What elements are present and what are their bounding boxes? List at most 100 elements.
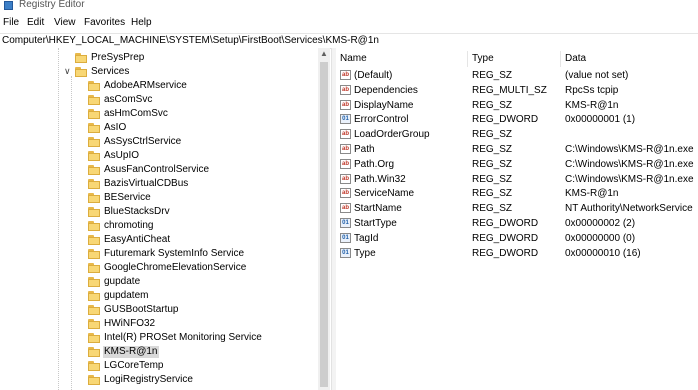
registry-editor-icon [4,1,13,10]
tree-item[interactable]: GoogleChromeElevationService [0,261,330,275]
tree-item[interactable]: LGCoreTemp [0,359,330,373]
value-row[interactable]: ab StartName REG_SZ NT Authority\NetworkSer… [336,201,698,216]
column-divider[interactable] [467,51,468,67]
registry-key-tree[interactable]: PreSysPrep ∨ Services AdobeARMservice asC… [0,48,330,390]
tree-item[interactable]: AdobeARMservice [0,79,330,93]
registry-values-list: Name Type Data ab (Default) REG_SZ (value n… [336,48,698,390]
value-row[interactable]: ab ServiceName REG_SZ KMS-R@1n [336,186,698,201]
folder-icon [88,109,100,119]
tree-item[interactable]: AsSysCtrlService [0,135,330,149]
value-name: TagId [354,232,379,244]
tree-item[interactable]: AsusFanControlService [0,163,330,177]
value-row[interactable]: 01 StartType REG_DWORD 0x00000002 (2) [336,216,698,231]
tree-item-presysprep[interactable]: PreSysPrep [0,51,330,65]
value-name: ServiceName [354,188,415,200]
folder-icon [88,235,100,245]
folder-icon [88,333,100,343]
title-bar: Registry Editor [0,0,698,13]
folder-icon [88,95,100,105]
folder-icon [88,305,100,315]
value-row[interactable]: ab (Default) REG_SZ (value not set) [336,68,698,83]
folder-icon [88,291,100,301]
tree-item[interactable]: chromoting [0,219,330,233]
tree-item-label: Intel(R) PROSet Monitoring Service [104,332,262,343]
menu-file[interactable]: File [3,17,19,29]
value-data: 0x00000002 (2) [565,218,636,229]
value-row[interactable]: ab Path REG_SZ C:\Windows\KMS-R@1n.exe [336,142,698,157]
string-value-icon: ab [340,173,351,184]
tree-item[interactable]: Intel(R) PROSet Monitoring Service [0,331,330,345]
window-title: Registry Editor [19,0,85,10]
tree-item[interactable]: BEService [0,191,330,205]
folder-icon [88,221,100,231]
tree-item-label: asHmComSvc [104,108,168,119]
tree-item[interactable]: asComSvc [0,93,330,107]
chevron-down-icon[interactable]: ∨ [64,65,71,78]
value-row[interactable]: ab Path.Org REG_SZ C:\Windows\KMS-R@1n.exe [336,157,698,172]
column-header-name[interactable]: Name [340,53,367,65]
column-header-data[interactable]: Data [565,53,586,65]
string-value-icon: ab [340,129,351,140]
folder-icon [88,165,100,175]
value-row[interactable]: 01 TagId REG_DWORD 0x00000000 (0) [336,231,698,246]
menu-help[interactable]: Help [131,17,152,29]
value-type: REG_MULTI_SZ [472,84,547,96]
tree-item-label: LogiRegistryService [104,374,193,385]
menu-edit[interactable]: Edit [27,17,44,29]
tree-item[interactable]: gupdate [0,275,330,289]
tree-item[interactable]: BlueStacksDrv [0,205,330,219]
value-type: REG_SZ [472,99,513,111]
tree-item-label: gupdatem [104,290,149,301]
tree-item[interactable]: AsIO [0,121,330,135]
value-name: ErrorControl [354,114,409,126]
column-divider[interactable] [560,51,561,67]
tree-item-label: AsIO [104,122,127,133]
tree-item[interactable]: KMS-R@1n [0,345,330,359]
value-row[interactable]: ab Dependencies REG_MULTI_SZ RpcSs tcpip [336,83,698,98]
tree-item-label: gupdate [104,276,141,287]
tree-item[interactable]: gupdatem [0,289,330,303]
tree-item[interactable]: asHmComSvc [0,107,330,121]
string-value-icon: ab [340,84,351,95]
value-data: C:\Windows\KMS-R@1n.exe [565,158,694,170]
tree-item[interactable]: EasyAntiCheat [0,233,330,247]
tree-item-label: asComSvc [104,94,153,105]
value-row[interactable]: ab LoadOrderGroup REG_SZ [336,127,698,142]
address-path[interactable]: Computer\HKEY_LOCAL_MACHINE\SYSTEM\Setup… [2,35,379,47]
tree-item[interactable]: BazisVirtualCDBus [0,177,330,191]
value-name: Dependencies [354,84,418,96]
folder-icon [88,375,100,385]
address-bar[interactable]: Computer\HKEY_LOCAL_MACHINE\SYSTEM\Setup… [0,33,698,49]
value-type: REG_SZ [472,173,513,185]
folder-icon [88,151,100,161]
scrollbar-thumb[interactable] [320,62,328,387]
tree-item-label: EasyAntiCheat [104,234,171,245]
value-type: REG_SZ [472,188,513,200]
tree-item-services[interactable]: ∨ Services [0,65,330,79]
tree-item[interactable]: LogiRegistryService [0,373,330,387]
value-row[interactable]: 01 ErrorControl REG_DWORD 0x00000001 (1) [336,112,698,127]
tree-item[interactable]: AsUpIO [0,149,330,163]
tree-item[interactable]: HWiNFO32 [0,317,330,331]
folder-icon [88,193,100,203]
column-header-type[interactable]: Type [472,53,494,65]
folder-icon [88,263,100,273]
value-row[interactable]: ab DisplayName REG_SZ KMS-R@1n [336,98,698,113]
value-name: StartName [354,203,402,215]
menu-favorites[interactable]: Favorites [84,17,125,29]
value-name: Type [354,247,376,259]
scroll-up-arrow-icon[interactable]: ▲ [318,48,330,60]
value-row[interactable]: ab Path.Win32 REG_SZ C:\Windows\KMS-R@1n.ex… [336,172,698,187]
tree-item[interactable]: Futuremark SystemInfo Service [0,247,330,261]
folder-icon [88,347,100,357]
tree-item-label: GUSBootStartup [104,304,179,315]
tree-scrollbar[interactable]: ▲ [318,48,330,390]
string-value-icon: ab [340,144,351,154]
tree-item[interactable]: GUSBootStartup [0,303,330,317]
tree-item-label: AsusFanControlService [104,164,210,175]
menu-view[interactable]: View [54,17,76,29]
value-row[interactable]: 01 Type REG_DWORD 0x00000010 (16) [336,246,698,261]
value-data: 0x00000000 (0) [565,232,636,244]
folder-icon [88,277,100,287]
value-name: LoadOrderGroup [354,129,430,141]
